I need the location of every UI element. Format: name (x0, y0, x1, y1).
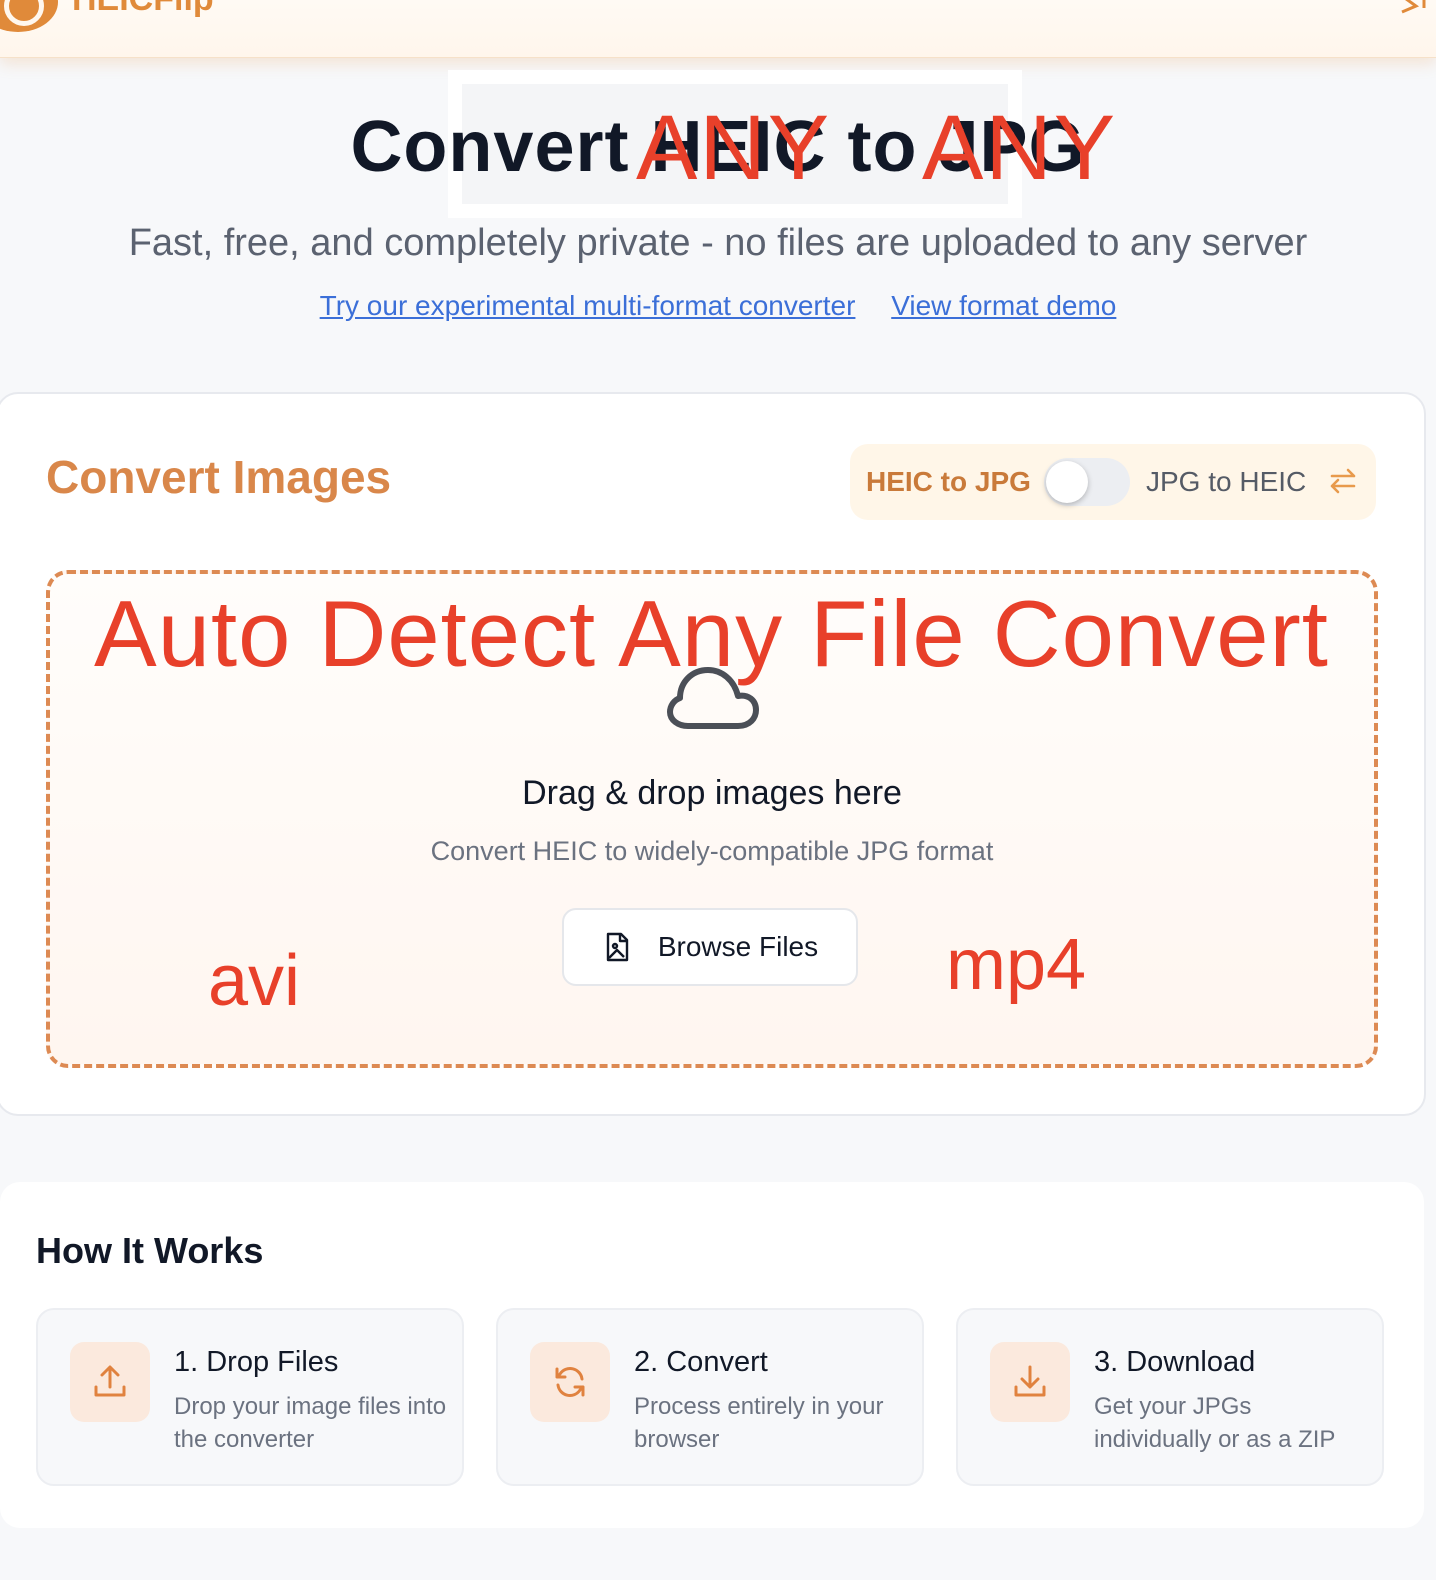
upload-icon (70, 1342, 150, 1422)
file-dropzone[interactable]: Auto Detect Any File Convert Drag & drop… (46, 570, 1378, 1068)
dropzone-title: Drag & drop images here (522, 774, 902, 812)
step-card: 1. Drop Files Drop your image files into… (36, 1308, 464, 1486)
step-card: 3. Download Get your JPGs individually o… (956, 1308, 1384, 1486)
top-header: HEICFlip (0, 0, 1436, 58)
dropzone-subtitle: Convert HEIC to widely-compatible JPG fo… (430, 836, 994, 866)
how-it-works-section: How It Works 1. Drop Files Drop your ima… (0, 1182, 1424, 1528)
menu-icon[interactable] (1398, 0, 1428, 14)
format-demo-link[interactable]: View format demo (891, 290, 1116, 321)
annotation-any-left: ANY (636, 97, 832, 199)
step-title: 1. Drop Files (174, 1346, 339, 1378)
cloud-icon (667, 667, 759, 729)
mode-heic-to-jpg-label[interactable]: HEIC to JPG (866, 466, 1031, 498)
browse-files-label: Browse Files (657, 931, 819, 962)
annotation-any-right: ANY (922, 97, 1118, 199)
hero-links: Try our experimental multi-format conver… (0, 290, 1436, 322)
step-title: 2. Convert (634, 1346, 768, 1378)
converter-title: Convert Images (46, 451, 392, 503)
conversion-mode-toggle: HEIC to JPG JPG to HEIC (850, 444, 1376, 520)
converter-card: Convert Images HEIC to JPG JPG to HEIC A… (0, 392, 1426, 1116)
multi-format-converter-link[interactable]: Try our experimental multi-format conver… (320, 290, 856, 321)
refresh-icon (530, 1342, 610, 1422)
file-image-icon (606, 932, 629, 962)
brand-name[interactable]: HEICFlip (72, 0, 214, 16)
download-icon (990, 1342, 1070, 1422)
annotation-mp4: mp4 (946, 925, 1087, 1005)
mode-jpg-to-heic-label[interactable]: JPG to HEIC (1146, 466, 1306, 498)
step-card: 2. Convert Process entirely in your brow… (496, 1308, 924, 1486)
annotation-avi: avi (208, 941, 301, 1021)
mode-switch[interactable] (1044, 458, 1130, 506)
logo-icon[interactable] (0, 0, 58, 32)
switch-knob[interactable] (1046, 461, 1088, 503)
step-description: Process entirely in your browser (634, 1393, 884, 1453)
step-description: Drop your image files into the converter (174, 1393, 447, 1453)
step-title: 3. Download (1094, 1346, 1256, 1378)
swap-arrows-icon[interactable] (1326, 464, 1360, 498)
step-description: Get your JPGs individually or as a ZIP (1094, 1393, 1336, 1453)
page-subtitle: Fast, free, and completely private - no … (128, 222, 1308, 264)
browse-files-button[interactable]: Browse Files (562, 908, 858, 986)
how-it-works-title: How It Works (36, 1230, 264, 1271)
